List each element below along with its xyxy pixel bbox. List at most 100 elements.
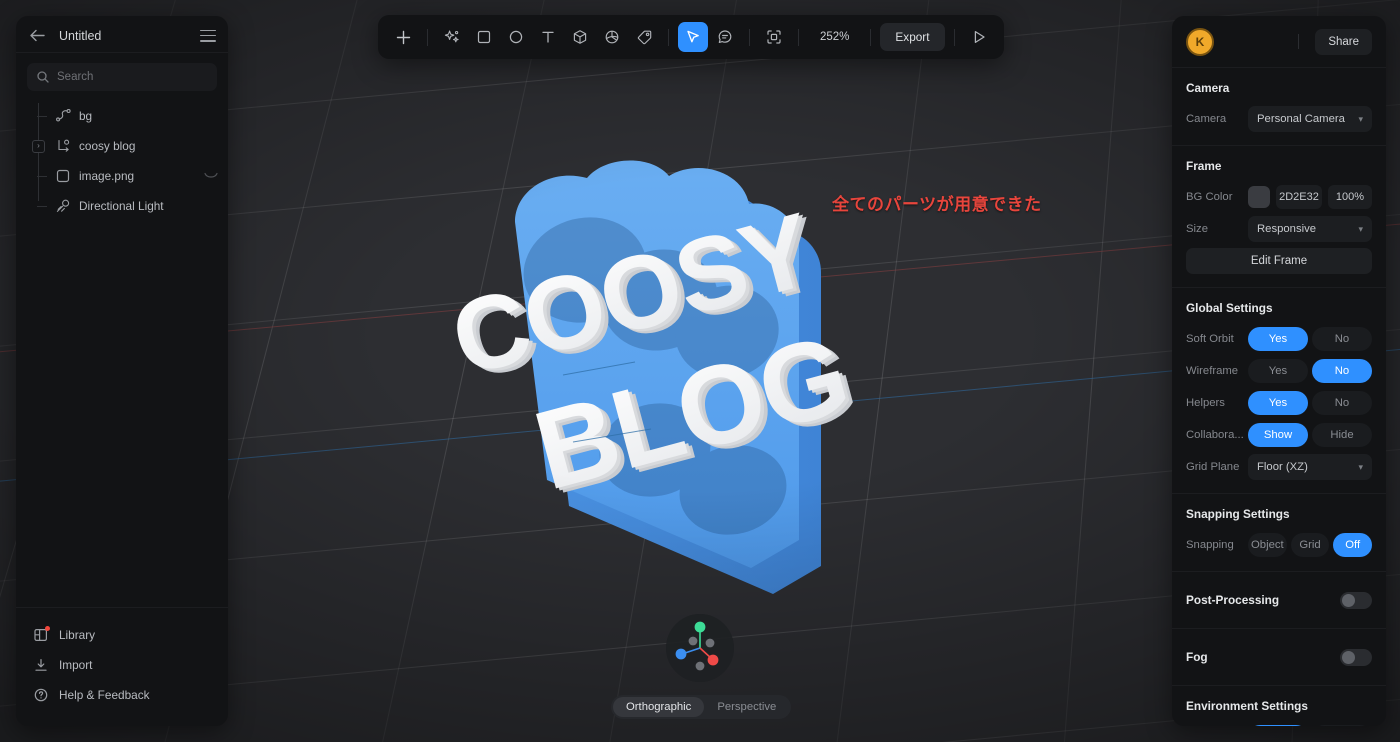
sidebar-header: Untitled — [16, 19, 228, 53]
sphere-tool-icon[interactable] — [597, 22, 627, 52]
cursor-select-icon[interactable] — [678, 22, 708, 52]
tree-item-directional-light[interactable]: Directional Light — [16, 191, 228, 221]
hamburger-menu-icon[interactable] — [200, 29, 216, 42]
app-root: COOSY BLOG COOSY BLOG COOSY BLOG 全てのパーツが… — [0, 0, 1400, 742]
arrow-left-icon[interactable] — [30, 29, 45, 42]
sidebar-footer: Library Import Help & Feedback — [16, 607, 228, 726]
row-helpers: Helpers Yes No — [1186, 390, 1372, 416]
helpers-no[interactable]: No — [1312, 391, 1372, 415]
square-tool-icon[interactable] — [469, 22, 499, 52]
section-title-camera: Camera — [1186, 81, 1230, 95]
section-title-global-settings: Global Settings — [1186, 301, 1273, 315]
export-button[interactable]: Export — [880, 23, 945, 51]
row-post-processing: Post-Processing — [1186, 585, 1372, 615]
toolbar-divider — [749, 28, 750, 46]
grid-plane-select[interactable]: Floor (XZ) ▾ — [1248, 454, 1372, 480]
tree-item-image-png[interactable]: image.png — [16, 161, 228, 191]
ambient-segmented: Yes No — [1248, 725, 1372, 726]
tree-item-label: bg — [79, 109, 93, 123]
cube-tool-icon[interactable] — [565, 22, 595, 52]
helpers-segmented: Yes No — [1248, 391, 1372, 415]
projection-perspective[interactable]: Perspective — [704, 697, 789, 717]
gizmo-axis-z — [707, 654, 719, 666]
zoom-level[interactable]: 252% — [808, 31, 861, 43]
row-grid-plane: Grid Plane Floor (XZ) ▾ — [1186, 454, 1372, 480]
scene-tree: bg › coosy blog image.png Directional Li… — [16, 97, 228, 221]
camera-select-value: Personal Camera — [1257, 113, 1345, 125]
camera-select[interactable]: Personal Camera ▾ — [1248, 106, 1372, 132]
chevron-down-icon: ▾ — [1358, 461, 1363, 472]
avatar[interactable]: K — [1186, 27, 1214, 56]
section-fog: Fog — [1172, 629, 1386, 686]
sidebar-item-label: Library — [59, 628, 96, 642]
gizmo-axis-x — [675, 648, 687, 660]
circle-tool-icon[interactable] — [501, 22, 531, 52]
edit-frame-button[interactable]: Edit Frame — [1186, 248, 1372, 274]
post-processing-toggle[interactable] — [1340, 591, 1372, 609]
tree-item-label: image.png — [79, 169, 135, 183]
sidebar-item-library[interactable]: Library — [16, 620, 228, 650]
snapping-label: Snapping — [1186, 539, 1234, 551]
camera-row: Camera Personal Camera ▾ — [1186, 106, 1372, 132]
top-toolbar: 252% Export — [378, 15, 1004, 59]
tree-item-bg[interactable]: bg — [16, 101, 228, 131]
search-icon — [37, 71, 49, 83]
gizmo-axis-y — [694, 621, 706, 633]
tree-item-label: Directional Light — [79, 199, 164, 213]
download-import-icon — [34, 658, 48, 672]
search-input[interactable]: Search — [27, 63, 217, 91]
collaborators-show[interactable]: Show — [1248, 423, 1308, 447]
tree-item-label: coosy blog — [79, 139, 136, 153]
ambient-yes[interactable]: Yes — [1248, 725, 1308, 726]
snapping-object[interactable]: Object — [1248, 533, 1287, 557]
bg-color-swatch[interactable] — [1248, 186, 1270, 208]
section-global-settings: Global Settings Soft Orbit Yes No Wirefr… — [1172, 288, 1386, 494]
square-outline-icon — [54, 169, 72, 183]
collaborators-hide[interactable]: Hide — [1312, 423, 1372, 447]
chevron-down-icon: ▾ — [1358, 223, 1363, 234]
add-icon[interactable] — [388, 22, 418, 52]
snapping-off[interactable]: Off — [1333, 533, 1373, 557]
scene-object-coosy-blog[interactable]: COOSY BLOG COOSY BLOG COOSY BLOG — [455, 150, 925, 610]
section-frame: Frame BG Color 2D2E32 100% Size Responsi… — [1172, 146, 1386, 288]
projection-toggle[interactable]: Orthographic Perspective — [611, 695, 792, 719]
toolbar-divider — [798, 28, 799, 46]
soft-orbit-no[interactable]: No — [1312, 327, 1372, 351]
text-tool-icon[interactable] — [533, 22, 563, 52]
ai-sparkle-icon[interactable] — [437, 22, 467, 52]
wireframe-no[interactable]: No — [1312, 359, 1372, 383]
ambient-no[interactable]: No — [1312, 725, 1372, 726]
frame-size-select[interactable]: Responsive ▾ — [1248, 216, 1372, 242]
sidebar-item-label: Help & Feedback — [59, 688, 150, 702]
tree-branch — [37, 115, 47, 117]
soft-orbit-label: Soft Orbit — [1186, 333, 1234, 345]
view-orientation-gizmo[interactable] — [666, 614, 734, 682]
play-preview-icon[interactable] — [964, 22, 994, 52]
comment-icon[interactable] — [710, 22, 740, 52]
sidebar-item-help-feedback[interactable]: Help & Feedback — [16, 680, 228, 710]
bg-opacity-value[interactable]: 100% — [1328, 185, 1372, 209]
tree-item-coosy-blog[interactable]: › coosy blog — [16, 131, 228, 161]
share-button[interactable]: Share — [1315, 28, 1372, 55]
gizmo-axis-neg-c — [695, 661, 705, 671]
fog-toggle[interactable] — [1340, 648, 1372, 666]
projection-orthographic[interactable]: Orthographic — [613, 697, 705, 717]
grid-plane-label: Grid Plane — [1186, 461, 1240, 473]
helpers-yes[interactable]: Yes — [1248, 391, 1308, 415]
document-title[interactable]: Untitled — [59, 29, 186, 43]
soft-orbit-yes[interactable]: Yes — [1248, 327, 1308, 351]
frame-focus-icon[interactable] — [759, 22, 789, 52]
visibility-indicator-icon[interactable] — [204, 167, 218, 185]
helpers-label: Helpers — [1186, 397, 1225, 409]
tag-tool-icon[interactable] — [629, 22, 659, 52]
snapping-grid[interactable]: Grid — [1290, 533, 1330, 557]
sidebar-item-import[interactable]: Import — [16, 650, 228, 680]
chevron-down-icon: ▾ — [1358, 113, 1363, 124]
section-environment: Environment Settings Ambient Yes No Colo… — [1172, 686, 1386, 726]
bg-color-hex[interactable]: 2D2E32 — [1276, 185, 1322, 209]
tree-expand-toggle[interactable]: › — [32, 139, 45, 153]
section-camera: Camera Camera Personal Camera ▾ — [1172, 68, 1386, 146]
group-axes-icon — [54, 139, 72, 153]
wireframe-yes[interactable]: Yes — [1248, 359, 1308, 383]
bg-color-label: BG Color — [1186, 191, 1233, 203]
